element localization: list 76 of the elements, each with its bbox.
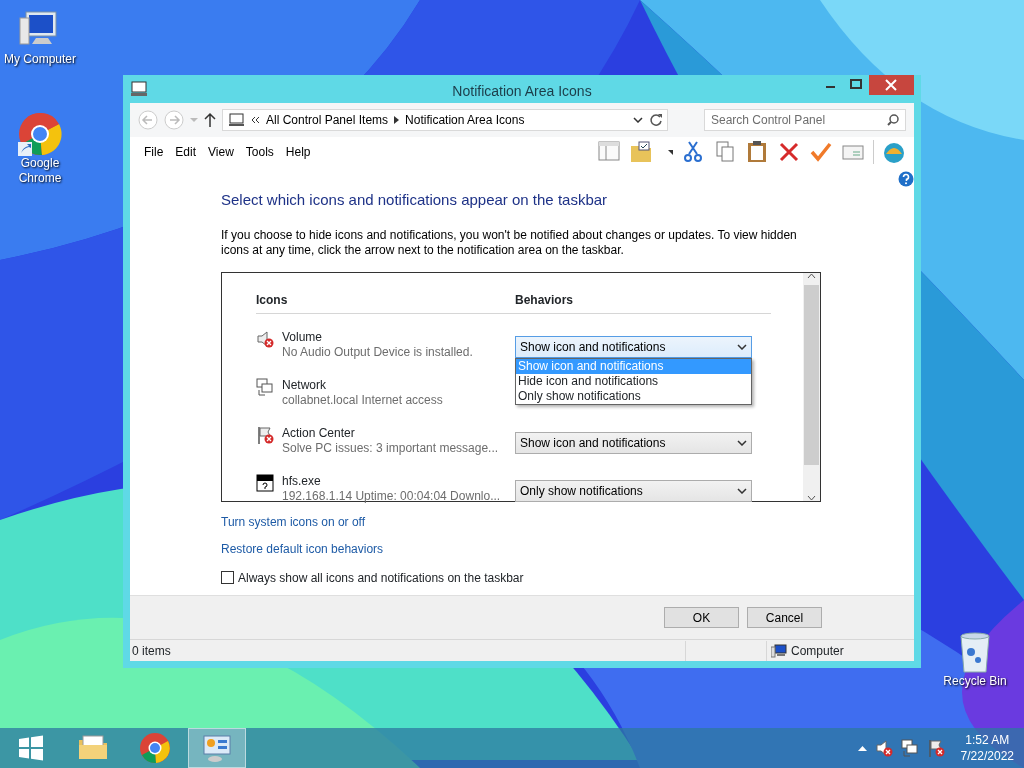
scroll-down-icon[interactable] bbox=[807, 494, 816, 501]
scrollbar[interactable] bbox=[803, 272, 820, 501]
heading: Select which icons and notifications appear on the taskbar bbox=[221, 190, 609, 210]
clipboard-icon[interactable] bbox=[745, 139, 769, 164]
dropdown-option[interactable]: Only show notifications bbox=[516, 388, 751, 404]
icon-label: My Computer bbox=[4, 52, 76, 67]
link[interactable]: Turn system icons on or off bbox=[221, 514, 914, 530]
flag-icon[interactable] bbox=[926, 739, 945, 757]
search-field[interactable]: Search Control Panel bbox=[704, 109, 906, 131]
folder-icon[interactable] bbox=[629, 139, 653, 164]
behavior-dropdown[interactable]: Show icon and notifications bbox=[515, 431, 752, 454]
link[interactable]: Restore default icon behaviors bbox=[221, 541, 914, 557]
checkbox-label: Always show all icons and notifications on the taskbar bbox=[238, 569, 524, 587]
dropdown-chevron-icon[interactable] bbox=[633, 117, 643, 123]
speaker-icon bbox=[256, 329, 274, 348]
menu-item[interactable]: Edit bbox=[169, 142, 203, 161]
menu-item[interactable]: Help bbox=[279, 142, 317, 161]
status-location: Computer bbox=[790, 642, 844, 660]
close-icon[interactable] bbox=[885, 79, 897, 91]
help-icon[interactable] bbox=[898, 171, 914, 187]
description: If you choose to hide icons and notifications, you won't be notified about changes or updates. To view hidden icons at any time, click the arrow next to the notification area on the taskbar. bbox=[221, 227, 798, 258]
maximize-icon[interactable] bbox=[850, 79, 862, 89]
behavior-dropdown[interactable]: Show icon and notifications bbox=[515, 335, 752, 358]
date: 7/22/2022 bbox=[960, 748, 1014, 764]
icon-name: Action Center bbox=[282, 425, 356, 441]
time: 1:52 AM bbox=[964, 732, 1011, 748]
icon-description: No Audio Output Device is installed. bbox=[282, 344, 473, 360]
icon-name: Volume bbox=[282, 329, 324, 345]
scissors-icon[interactable] bbox=[681, 139, 705, 164]
show-hidden-icons-icon[interactable] bbox=[857, 745, 867, 751]
ok-button[interactable]: OK bbox=[664, 607, 739, 628]
window-title: Notification Area Icons bbox=[451, 82, 593, 101]
column-header: Icons bbox=[256, 291, 289, 309]
browser-icon bbox=[139, 732, 171, 764]
network-icon[interactable] bbox=[900, 739, 919, 757]
overflow-chevron-icon[interactable] bbox=[251, 116, 260, 124]
cancel-button[interactable]: Cancel bbox=[747, 607, 822, 628]
clock[interactable]: 1:52 AM 7/22/2022 bbox=[960, 732, 1014, 764]
icon-name: Network bbox=[282, 377, 327, 393]
speaker-icon[interactable] bbox=[874, 739, 893, 757]
refresh-icon[interactable] bbox=[649, 113, 663, 127]
taskbar-app[interactable] bbox=[188, 728, 246, 768]
app-icon bbox=[256, 473, 274, 492]
checkbox[interactable] bbox=[221, 571, 234, 584]
icon-description: 192.168.1.14 Uptime: 00:04:04 Downlo... bbox=[282, 488, 501, 504]
browser-icon[interactable] bbox=[18, 112, 62, 156]
computer-icon bbox=[771, 643, 787, 658]
up-arrow-icon[interactable] bbox=[204, 112, 216, 128]
control-panel-icon bbox=[130, 81, 148, 97]
chevron-icon[interactable] bbox=[394, 116, 400, 124]
caret-icon bbox=[737, 439, 747, 446]
dropdown-option[interactable]: Hide icon and notifications bbox=[516, 373, 751, 389]
icon-label: Google Chrome bbox=[17, 156, 63, 186]
control-panel-icon bbox=[201, 732, 233, 764]
breadcrumb-link[interactable]: All Control Panel Items bbox=[266, 111, 389, 129]
caret-icon bbox=[737, 487, 747, 494]
icon-label: Recycle Bin bbox=[943, 674, 1007, 689]
column-header: Behaviors bbox=[515, 291, 574, 309]
windows-logo-icon bbox=[17, 734, 45, 762]
behavior-dropdown[interactable]: Only show notifications bbox=[515, 479, 752, 502]
address-bar[interactable]: All Control Panel Items Notification Area Icons bbox=[222, 109, 668, 131]
scroll-up-icon[interactable] bbox=[807, 272, 816, 279]
status-text: 0 items bbox=[131, 642, 172, 660]
menu-item[interactable]: Tools bbox=[239, 142, 280, 161]
search-icon[interactable] bbox=[887, 114, 899, 126]
flag-icon bbox=[256, 425, 274, 444]
breadcrumb-link[interactable]: Notification Area Icons bbox=[405, 111, 525, 129]
menu-item[interactable]: File bbox=[138, 142, 170, 161]
computer-icon bbox=[227, 113, 245, 127]
close-button[interactable] bbox=[869, 75, 914, 95]
menu-item[interactable]: View bbox=[202, 142, 240, 161]
icon-description: Solve PC issues: 3 important message... bbox=[282, 440, 499, 456]
icon-name: hfs.exe bbox=[282, 473, 322, 489]
caret-icon bbox=[737, 343, 747, 350]
icon-description: collabnet.local Internet access bbox=[282, 392, 443, 408]
network-icon bbox=[256, 377, 274, 396]
